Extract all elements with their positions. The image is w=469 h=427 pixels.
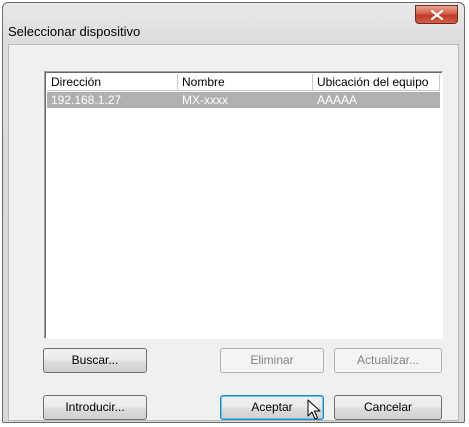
- title-bar[interactable]: Seleccionar dispositivo: [3, 3, 464, 39]
- close-button[interactable]: [415, 5, 458, 24]
- device-list[interactable]: Dirección Nombre Ubicación del equipo 19…: [44, 71, 443, 339]
- list-row-selected[interactable]: 192.168.1.27 MX-xxxx AAAAA: [47, 92, 440, 108]
- window-title: Seleccionar dispositivo: [8, 24, 141, 39]
- row-location: AAAAA: [317, 93, 358, 107]
- column-header-location[interactable]: Ubicación del equipo: [313, 74, 440, 91]
- cancel-button[interactable]: Cancelar: [334, 395, 442, 420]
- column-header-address[interactable]: Dirección: [47, 74, 178, 91]
- row-address: 192.168.1.27: [51, 93, 122, 107]
- list-header: Dirección Nombre Ubicación del equipo: [47, 74, 440, 91]
- row-name: MX-xxxx: [182, 93, 228, 107]
- mouse-pointer-icon: [307, 399, 321, 420]
- close-icon: [431, 10, 443, 20]
- dialog-window: Seleccionar dispositivo Dirección Nombre…: [2, 2, 465, 423]
- search-button[interactable]: Buscar...: [43, 348, 147, 373]
- enter-button[interactable]: Introducir...: [43, 395, 147, 420]
- column-header-name[interactable]: Nombre: [178, 74, 313, 91]
- update-button[interactable]: Actualizar...: [334, 348, 442, 373]
- dialog-client-area: Dirección Nombre Ubicación del equipo 19…: [8, 44, 459, 421]
- delete-button[interactable]: Eliminar: [220, 348, 324, 373]
